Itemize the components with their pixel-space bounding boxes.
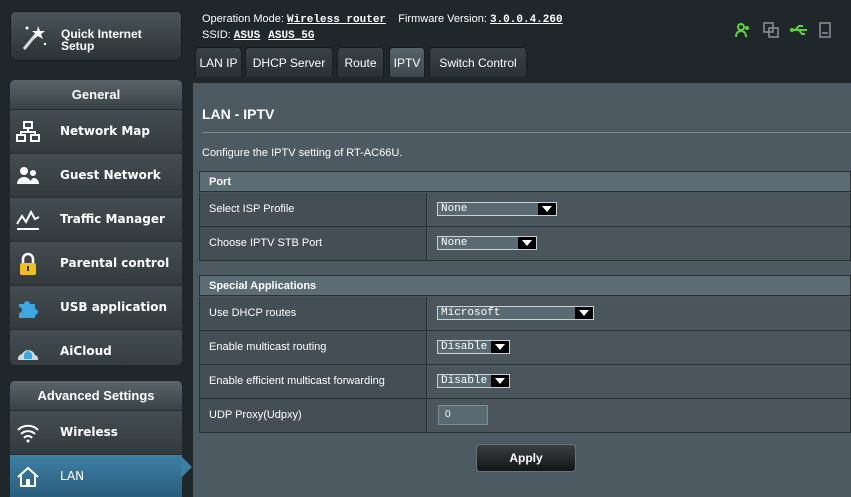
page-description: Configure the IPTV setting of RT-AC66U. bbox=[202, 147, 403, 159]
multicast-routing-select[interactable]: Disable bbox=[437, 340, 510, 354]
dhcp-routes-select[interactable]: Microsoft bbox=[437, 306, 594, 320]
magic-wand-icon bbox=[22, 26, 47, 50]
sidebar-item-label: AiCloud bbox=[60, 344, 112, 358]
udpxy-input[interactable]: 0 bbox=[438, 405, 488, 425]
apply-button[interactable]: Apply bbox=[476, 444, 576, 472]
dhcp-routes-label: Use DHCP routes bbox=[200, 297, 427, 330]
tab-iptv[interactable]: IPTV bbox=[389, 47, 425, 77]
ssid-link-5g[interactable]: ASUS_5G bbox=[268, 30, 314, 42]
efficient-multicast-select[interactable]: Disable bbox=[437, 374, 510, 388]
ssid-label: SSID: bbox=[202, 29, 231, 41]
main-panel: LAN - IPTV Configure the IPTV setting of… bbox=[193, 83, 851, 497]
sidebar-item-usb-application[interactable]: USB application bbox=[10, 285, 182, 329]
sidebar-item-lan[interactable]: LAN bbox=[10, 454, 182, 497]
sidebar-item-parental-control[interactable]: Parental control bbox=[10, 241, 182, 285]
tab-lan-ip[interactable]: LAN IP bbox=[195, 47, 242, 77]
ssid-link-24g[interactable]: ASUS bbox=[234, 30, 260, 42]
wifi-icon bbox=[17, 424, 39, 443]
sidebar-item-aicloud[interactable]: AiCloud bbox=[10, 329, 182, 365]
isp-profile-value: None bbox=[441, 203, 468, 215]
efficient-multicast-value: Disable bbox=[441, 375, 488, 387]
tab-dhcp-server[interactable]: DHCP Server bbox=[245, 47, 333, 77]
network-map-icon bbox=[16, 121, 40, 142]
operation-mode-line: Operation Mode: Wireless router Firmware… bbox=[202, 13, 563, 26]
general-menu: General Network Map Guest Network Traffi… bbox=[10, 80, 182, 365]
isp-profile-label: Select ISP Profile bbox=[200, 193, 427, 226]
multicast-routing-label: Enable multicast routing bbox=[200, 331, 427, 364]
status-icons bbox=[735, 22, 851, 38]
port-section-header: Port bbox=[199, 171, 851, 192]
sidebar-item-network-map[interactable]: Network Map bbox=[10, 109, 182, 153]
sidebar-item-traffic-manager[interactable]: Traffic Manager bbox=[10, 197, 182, 241]
firmware-link[interactable]: 3.0.0.4.260 bbox=[490, 14, 563, 26]
row-isp-profile: Select ISP Profile None bbox=[199, 193, 851, 227]
lock-icon bbox=[20, 252, 36, 275]
chevron-down-icon bbox=[518, 237, 536, 249]
udpxy-label: UDP Proxy(Udpxy) bbox=[200, 399, 427, 432]
stb-port-select[interactable]: None bbox=[437, 236, 537, 250]
isp-profile-select[interactable]: None bbox=[437, 202, 557, 216]
ssid-line: SSID: ASUS ASUS_5G bbox=[202, 29, 319, 42]
stb-port-value: None bbox=[441, 237, 468, 249]
row-efficient-multicast: Enable efficient multicast forwarding Di… bbox=[199, 365, 851, 399]
chevron-down-icon bbox=[491, 341, 509, 353]
advanced-menu: Advanced Settings Wireless LAN bbox=[10, 381, 182, 497]
qis-label-line2: Setup bbox=[61, 39, 95, 53]
copy-icon[interactable] bbox=[763, 22, 779, 38]
stb-port-label: Choose IPTV STB Port bbox=[200, 227, 427, 260]
sidebar-item-label: LAN bbox=[60, 469, 85, 483]
tab-switch-control[interactable]: Switch Control bbox=[429, 47, 527, 77]
special-apps-section-header: Special Applications bbox=[199, 275, 851, 296]
active-item-arrow bbox=[181, 456, 192, 478]
sidebar-item-label: USB application bbox=[60, 300, 168, 314]
sidebar-item-guest-network[interactable]: Guest Network bbox=[10, 153, 182, 197]
efficient-multicast-label: Enable efficient multicast forwarding bbox=[200, 365, 427, 398]
sidebar-item-label: Wireless bbox=[60, 425, 118, 439]
tab-route[interactable]: Route bbox=[337, 47, 384, 77]
op-mode-label: Operation Mode: bbox=[202, 13, 284, 25]
guest-network-icon bbox=[17, 167, 39, 184]
multicast-routing-value: Disable bbox=[441, 341, 488, 353]
sidebar-item-label: Guest Network bbox=[60, 168, 161, 182]
dhcp-routes-value: Microsoft bbox=[441, 307, 501, 319]
puzzle-icon bbox=[19, 301, 38, 318]
usb-icon[interactable] bbox=[790, 22, 808, 38]
quick-internet-setup-button[interactable]: Quick Internet Setup bbox=[10, 11, 182, 61]
printer-icon[interactable] bbox=[819, 22, 831, 38]
divider bbox=[202, 132, 851, 133]
row-udpxy: UDP Proxy(Udpxy) 0 bbox=[199, 399, 851, 433]
cloud-house-icon bbox=[17, 350, 39, 360]
advanced-header: Advanced Settings bbox=[10, 381, 182, 410]
row-multicast-routing: Enable multicast routing Disable bbox=[199, 331, 851, 365]
clients-icon[interactable] bbox=[735, 22, 751, 38]
sidebar-item-label: Network Map bbox=[60, 124, 150, 138]
op-mode-link[interactable]: Wireless router bbox=[287, 14, 386, 26]
house-icon bbox=[17, 466, 39, 487]
sidebar-item-label: Traffic Manager bbox=[60, 212, 165, 226]
page-title: LAN - IPTV bbox=[202, 106, 275, 122]
chevron-down-icon bbox=[538, 203, 556, 215]
sidebar: Quick Internet Setup General Network Map… bbox=[0, 0, 191, 497]
sidebar-item-label: Parental control bbox=[60, 256, 170, 270]
traffic-manager-icon bbox=[16, 209, 40, 230]
chevron-down-icon bbox=[491, 375, 509, 387]
sidebar-item-wireless[interactable]: Wireless bbox=[10, 410, 182, 454]
row-stb-port: Choose IPTV STB Port None bbox=[199, 227, 851, 261]
chevron-down-icon bbox=[575, 307, 593, 319]
firmware-label: Firmware Version: bbox=[398, 13, 487, 25]
general-header: General bbox=[10, 80, 182, 109]
row-dhcp-routes: Use DHCP routes Microsoft bbox=[199, 297, 851, 331]
top-header: Operation Mode: Wireless router Firmware… bbox=[195, 8, 851, 50]
